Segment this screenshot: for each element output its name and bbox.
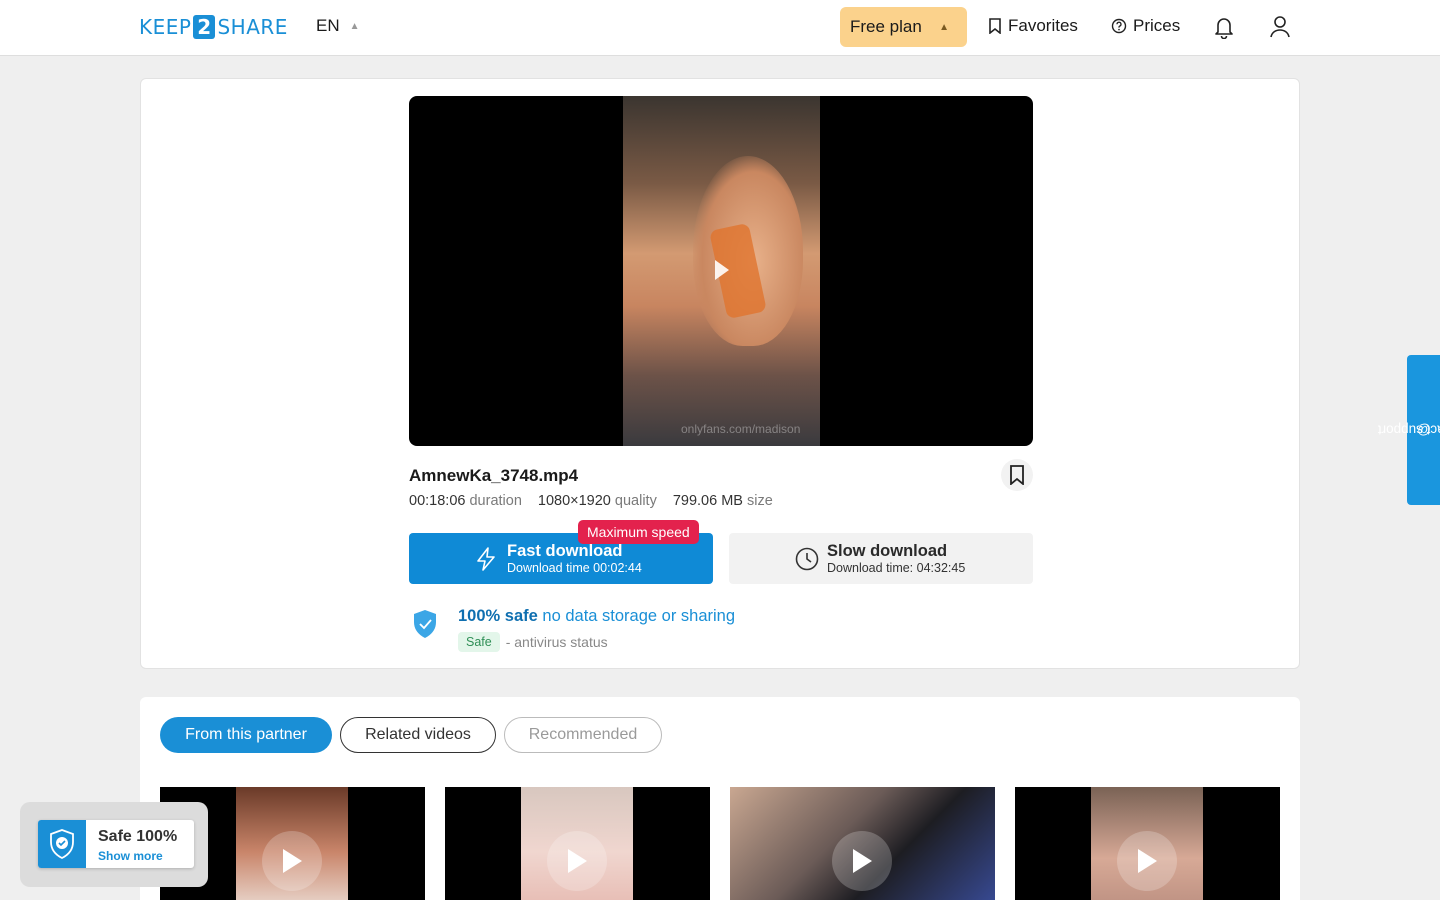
favorites-link[interactable]: Favorites [988,16,1078,36]
antivirus-status: Safe - antivirus status [458,632,608,652]
user-icon[interactable] [1269,15,1291,39]
size-label: size [747,493,773,509]
antivirus-status-label: - antivirus status [505,634,608,650]
clock-icon [795,547,819,571]
duration-value: 00:18:06 [409,493,466,509]
top-header: KEEP 2 SHARE EN ▲ Free plan ▲ Favorites … [0,0,1440,56]
bolt-icon [477,547,495,571]
duration-meta: 00:18:06 duration [409,493,522,509]
safety-line: 100% safe no data storage or sharing [458,607,735,626]
video-thumbnail[interactable] [1015,787,1280,900]
chevron-up-icon: ▲ [939,21,949,33]
play-icon[interactable] [714,259,730,281]
related-videos-card: From this partner Related videos Recomme… [140,697,1300,900]
safe-popup-link[interactable]: Show more [98,849,163,863]
fast-download-title: Fast download [507,541,623,560]
fast-download-time: Download time 00:02:44 [507,560,642,575]
safe-popup-card[interactable]: Safe 100% Show more [38,820,194,868]
tab-recommended[interactable]: Recommended [504,717,662,753]
quality-value: 1080×1920 [537,493,611,509]
shield-check-icon [414,610,436,638]
quality-label: quality [614,493,657,509]
play-icon [1117,831,1177,891]
bookmark-icon [1010,465,1024,485]
size-value: 799.06 MB [672,493,743,509]
max-speed-badge: Maximum speed [578,520,699,544]
prices-link[interactable]: Prices [1111,16,1180,36]
safety-text: no data storage or sharing [542,607,736,625]
file-meta: 00:18:06 duration 1080×1920 quality 799.… [409,493,773,509]
logo-text-keep: KEEP [139,15,192,39]
favorites-label: Favorites [1008,16,1078,35]
safe-popup-title: Safe 100% [98,828,178,845]
tab-related-videos[interactable]: Related videos [340,717,496,753]
safe-badge: Safe [458,632,500,652]
file-name: AmnewKa_3748.mp4 [409,466,579,485]
chevron-up-icon: ▲ [349,20,360,32]
size-meta: 799.06 MB size [673,493,773,509]
quality-meta: 1080×1920 quality [538,493,657,509]
prices-label: Prices [1133,16,1181,35]
plan-label: Free plan [850,17,922,36]
language-label: EN [316,16,340,35]
contact-support-text: contact support [1377,422,1440,438]
play-icon [262,831,322,891]
plan-dropdown[interactable]: Free plan ▲ [840,7,967,47]
play-icon [547,831,607,891]
video-player[interactable]: onlyfans.com/madison [409,96,1033,446]
video-thumbnail[interactable] [730,787,995,900]
slow-download-button[interactable]: Slow download Download time: 04:32:45 [729,533,1033,584]
bell-icon[interactable] [1213,15,1235,39]
duration-label: duration [469,493,522,509]
safety-strong: 100% safe [458,607,538,625]
shield-check-icon [38,820,86,868]
video-watermark: onlyfans.com/madison [681,422,801,436]
safe-popup: Safe 100% Show more [20,802,208,887]
play-icon [832,831,892,891]
contact-support-button[interactable]: @ contact support [1377,355,1440,505]
keep2share-logo[interactable]: KEEP 2 SHARE [139,14,288,40]
language-selector[interactable]: EN ▲ [316,16,360,36]
bookmark-button[interactable] [1001,459,1033,491]
help-circle-icon [1111,18,1127,34]
file-card: onlyfans.com/madison AmnewKa_3748.mp4 00… [140,78,1300,669]
logo-text-share: SHARE [217,15,288,39]
bookmark-icon [989,18,1001,34]
slow-download-title: Slow download [827,541,948,560]
slow-download-time: Download time: 04:32:45 [827,560,966,575]
video-thumbnail[interactable] [445,787,710,900]
tab-from-this-partner[interactable]: From this partner [160,717,332,753]
logo-badge-2: 2 [193,15,216,39]
